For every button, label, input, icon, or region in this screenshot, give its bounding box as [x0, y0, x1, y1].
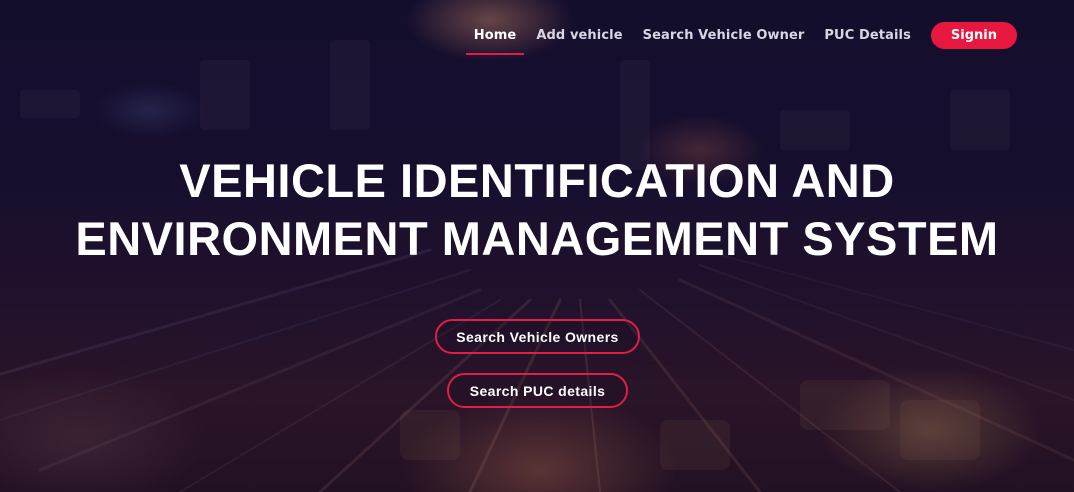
page-title-line-2: ENVIRONMENT MANAGEMENT SYSTEM [75, 212, 999, 265]
signin-button[interactable]: Signin [930, 22, 1017, 49]
search-puc-details-button[interactable]: Search PUC details [447, 373, 628, 408]
nav-home[interactable]: Home [465, 22, 524, 55]
page-title-line-1: VEHICLE IDENTIFICATION AND [179, 154, 895, 207]
top-navbar: Home Add vehicle Search Vehicle Owner PU… [464, 22, 1017, 55]
nav-search-vehicle-owner[interactable]: Search Vehicle Owner [643, 22, 805, 49]
hero-section: Home Add vehicle Search Vehicle Owner PU… [0, 0, 1074, 492]
nav-add-vehicle[interactable]: Add vehicle [536, 22, 622, 49]
page-title: VEHICLE IDENTIFICATION AND ENVIRONMENT M… [0, 152, 1074, 268]
nav-puc-details[interactable]: PUC Details [824, 22, 911, 49]
search-vehicle-owners-button[interactable]: Search Vehicle Owners [435, 319, 640, 354]
